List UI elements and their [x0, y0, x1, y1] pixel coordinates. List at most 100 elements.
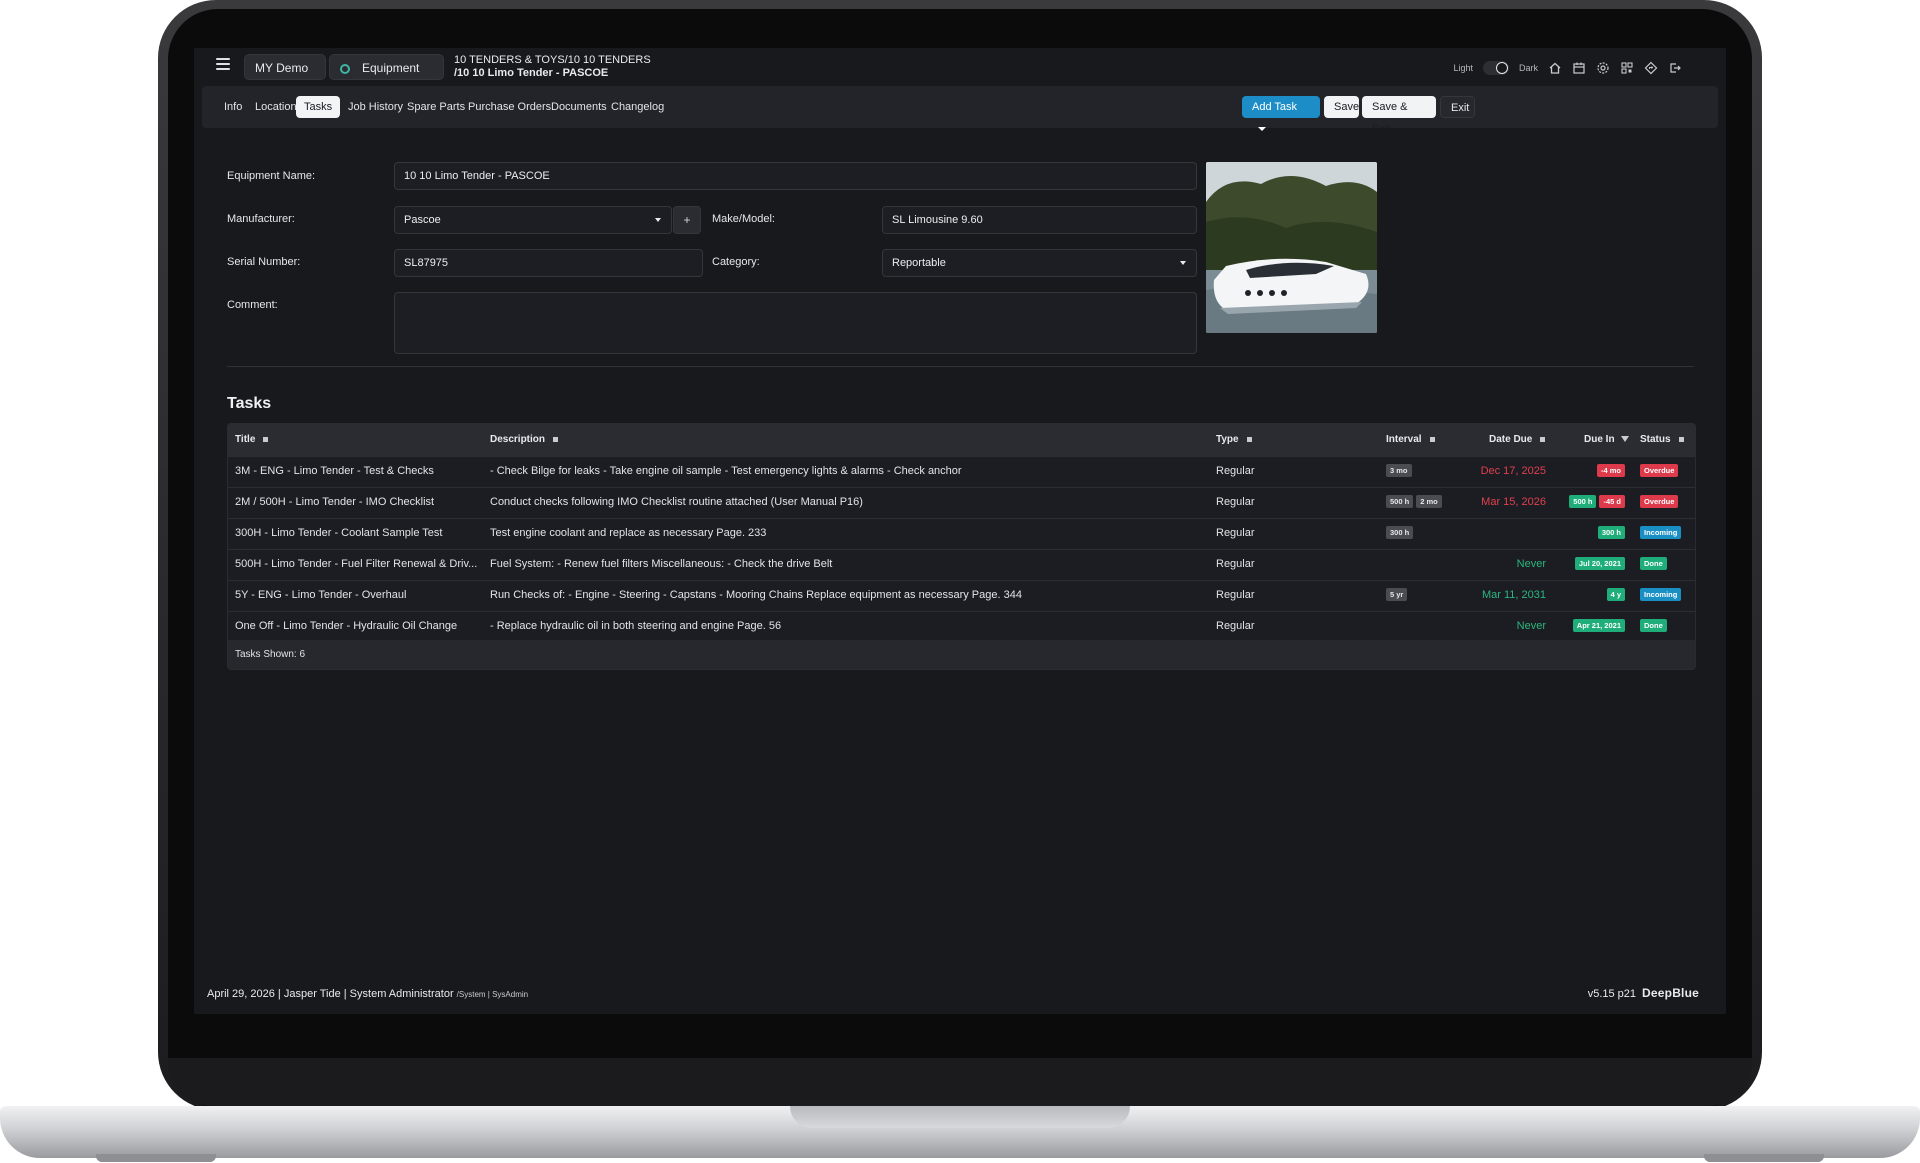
- col-type[interactable]: Type: [1216, 434, 1252, 445]
- save-exit-button[interactable]: Save & Exit: [1362, 96, 1436, 135]
- table-row[interactable]: 500H - Limo Tender - Fuel Filter Renewal…: [228, 549, 1695, 580]
- col-interval[interactable]: Interval: [1386, 434, 1435, 445]
- module-label: Equipment: [362, 61, 420, 75]
- calendar-icon[interactable]: [1572, 61, 1586, 75]
- comment-label: Comment:: [227, 299, 278, 311]
- task-type: Regular: [1216, 589, 1255, 601]
- task-type: Regular: [1216, 465, 1255, 477]
- due-in-badge: 300 h: [1597, 526, 1625, 539]
- status-badge: Overdue: [1640, 464, 1679, 477]
- chevron-down-icon: [1180, 261, 1186, 265]
- task-status: Overdue: [1640, 495, 1681, 508]
- task-title: 2M / 500H - Limo Tender - IMO Checklist: [235, 496, 435, 508]
- task-date-due: Mar 15, 2026: [1481, 496, 1546, 508]
- task-title: One Off - Limo Tender - Hydraulic Oil Ch…: [235, 620, 458, 632]
- save-button[interactable]: Save: [1324, 96, 1359, 118]
- manufacturer-value: Pascoe: [404, 214, 441, 226]
- workspace-dropdown[interactable]: MY Demo: [244, 54, 326, 97]
- equipment-name-input[interactable]: 10 10 Limo Tender - PASCOE: [394, 162, 1197, 190]
- tab-info[interactable]: Info: [216, 96, 250, 118]
- manufacturer-select[interactable]: Pascoe: [394, 206, 672, 234]
- task-due-in: Jul 20, 2021: [1574, 557, 1628, 570]
- serial-number-input[interactable]: SL87975: [394, 249, 703, 277]
- task-date-due: Never: [1516, 558, 1546, 570]
- chevron-down-icon: [655, 218, 661, 222]
- footer-user-info: April 29, 2026 | Jasper Tide | System Ad…: [207, 988, 528, 1000]
- add-manufacturer-button[interactable]: +: [673, 206, 701, 234]
- task-description: Conduct checks following IMO Checklist r…: [490, 496, 863, 508]
- col-status-label: Status: [1640, 434, 1671, 445]
- table-row[interactable]: 3M - ENG - Limo Tender - Test & Checks - …: [228, 456, 1695, 487]
- due-in-badge: Apr 21, 2021: [1572, 619, 1625, 632]
- col-description[interactable]: Description: [490, 434, 559, 445]
- table-row[interactable]: One Off - Limo Tender - Hydraulic Oil Ch…: [228, 611, 1695, 642]
- col-status[interactable]: Status: [1640, 434, 1684, 445]
- table-row[interactable]: 300H - Limo Tender - Coolant Sample Test…: [228, 518, 1695, 549]
- col-due-in-label: Due In: [1584, 434, 1615, 445]
- col-title[interactable]: Title: [235, 434, 269, 445]
- task-interval: 300 h: [1386, 526, 1416, 539]
- task-status: Incoming: [1640, 526, 1684, 539]
- comment-textarea[interactable]: [394, 292, 1197, 354]
- task-due-in: 300 h: [1597, 526, 1628, 539]
- interval-badge: 5 yr: [1386, 588, 1408, 601]
- task-due-in: Apr 21, 2021: [1572, 619, 1628, 632]
- task-status: Overdue: [1640, 464, 1681, 477]
- tasks-table: Title Description Type Interval Date Due…: [227, 423, 1696, 670]
- status-badge: Overdue: [1640, 495, 1679, 508]
- sort-icon: [1429, 436, 1435, 442]
- add-task-button[interactable]: Add Task: [1242, 96, 1320, 132]
- equipment-photo[interactable]: [1206, 162, 1377, 333]
- manufacturer-label: Manufacturer:: [227, 213, 295, 225]
- breadcrumb: 10 TENDERS & TOYS/10 10 TENDERS /10 10 L…: [454, 54, 651, 80]
- sort-icon: [1246, 436, 1252, 442]
- qr-code-icon[interactable]: [1620, 61, 1634, 75]
- exit-button[interactable]: Exit: [1440, 96, 1475, 118]
- task-description: - Replace hydraulic oil in both steering…: [490, 620, 782, 632]
- status-badge: Incoming: [1640, 588, 1682, 601]
- task-type: Regular: [1216, 558, 1255, 570]
- theme-toggle[interactable]: [1482, 61, 1509, 75]
- footer-date-user: April 29, 2026 | Jasper Tide | System Ad…: [207, 988, 454, 1000]
- table-row[interactable]: 2M / 500H - Limo Tender - IMO Checklist C…: [228, 487, 1695, 518]
- col-type-label: Type: [1216, 434, 1239, 445]
- laptop-notch: [790, 1106, 1130, 1128]
- gear-icon: [340, 63, 350, 74]
- category-select[interactable]: Reportable: [882, 249, 1197, 277]
- menu-icon[interactable]: [216, 58, 230, 70]
- col-date-due[interactable]: Date Due: [1489, 434, 1546, 445]
- laptop-foot: [1704, 1154, 1824, 1162]
- settings-icon[interactable]: [1596, 61, 1610, 75]
- status-badge: Done: [1640, 619, 1667, 632]
- task-description: Run Checks of: - Engine - Steering - Cap…: [490, 589, 1022, 601]
- due-in-badge: Jul 20, 2021: [1574, 557, 1625, 570]
- table-row[interactable]: 5Y - ENG - Limo Tender - Overhaul Run Che…: [228, 580, 1695, 611]
- breadcrumb-current: /10 10 Limo Tender - PASCOE: [454, 67, 609, 79]
- task-date-due: Never: [1516, 620, 1546, 632]
- app-version: v5.15 p21: [1587, 988, 1637, 1000]
- sort-icon: [263, 436, 269, 442]
- tab-changelog[interactable]: Changelog: [603, 96, 672, 118]
- task-date-due: Dec 17, 2025: [1480, 465, 1546, 477]
- task-status: Incoming: [1640, 588, 1684, 601]
- theme-light-label: Light: [1453, 63, 1473, 73]
- logout-icon[interactable]: [1668, 61, 1682, 75]
- module-dropdown[interactable]: Equipment: [329, 54, 444, 97]
- home-icon[interactable]: [1548, 61, 1562, 75]
- task-title: 5Y - ENG - Limo Tender - Overhaul: [235, 589, 407, 601]
- tab-tasks[interactable]: Tasks: [296, 96, 341, 118]
- directions-icon[interactable]: [1644, 61, 1658, 75]
- task-due-in: 500 h -45 d: [1569, 495, 1628, 508]
- tasks-shown-count: Tasks Shown: 6: [228, 640, 1695, 669]
- sort-icon: [1678, 436, 1684, 442]
- col-due-in[interactable]: Due In: [1584, 434, 1629, 445]
- task-status: Done: [1640, 619, 1670, 632]
- table-header: Title Description Type Interval Date Due…: [228, 424, 1695, 456]
- breadcrumb-path[interactable]: 10 TENDERS & TOYS/10 10 TENDERS: [454, 54, 651, 67]
- make-model-input[interactable]: SL Limousine 9.60: [882, 206, 1197, 234]
- category-label: Category:: [712, 256, 760, 268]
- tasks-heading: Tasks: [227, 395, 272, 412]
- task-due-in: -4 mo: [1596, 464, 1628, 477]
- top-right-toolbar: Light Dark: [1453, 60, 1682, 76]
- laptop-chin: [168, 1058, 1752, 1106]
